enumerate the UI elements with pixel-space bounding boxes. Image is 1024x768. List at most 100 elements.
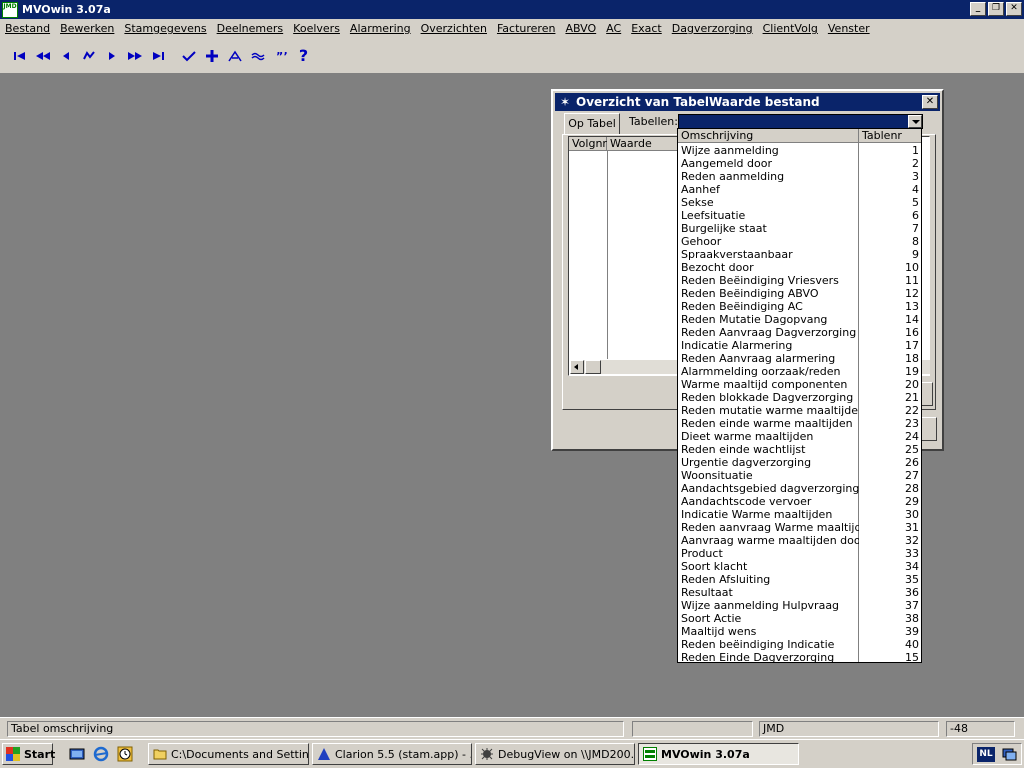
dropdown-list-item[interactable]: Burgelijke staat 7 [678, 222, 921, 235]
approx-icon[interactable] [246, 44, 269, 68]
dropdown-list-item[interactable]: Reden Aanvraag alarmering 18 [678, 352, 921, 365]
dropdown-list-item[interactable]: Reden aanmelding 3 [678, 170, 921, 183]
dropdown-list-item[interactable]: Reden Afsluiting 35 [678, 573, 921, 586]
chevron-down-icon[interactable] [908, 115, 922, 128]
task-clarion[interactable]: Clarion 5.5 (stam.app) - ... [312, 743, 472, 765]
add-icon[interactable] [200, 44, 223, 68]
last-icon[interactable] [146, 44, 169, 68]
close-button[interactable]: ✕ [1006, 2, 1022, 16]
dropdown-list-item[interactable]: Reden mutatie warme maaltijden 22 [678, 404, 921, 417]
dropdown-list-item[interactable]: Dieet warme maaltijden 24 [678, 430, 921, 443]
dropdown-list-item[interactable]: Resultaat 36 [678, 586, 921, 599]
list-item-omschrijving: Reden Afsluiting [681, 573, 771, 586]
network-icon[interactable] [1001, 747, 1017, 765]
dropdown-list-item[interactable]: Indicatie Warme maaltijden 30 [678, 508, 921, 521]
menu-factureren[interactable]: Factureren [492, 22, 560, 35]
check-icon[interactable] [177, 44, 200, 68]
list-item-tablenr: 39 [905, 625, 919, 638]
scroll-left-icon[interactable] [570, 360, 584, 374]
task-explorer[interactable]: C:\Documents and Settin... [148, 743, 309, 765]
dropdown-list-item[interactable]: Maaltijd wens 39 [678, 625, 921, 638]
menu-venster[interactable]: Venster [823, 22, 875, 35]
language-indicator[interactable]: NL [977, 747, 995, 762]
menu-koelvers[interactable]: Koelvers [288, 22, 345, 35]
desktop-icon[interactable] [69, 746, 85, 762]
dropdown-list-item[interactable]: Urgentie dagverzorging 26 [678, 456, 921, 469]
task-mvowin[interactable]: MVOwin 3.07a [638, 743, 799, 765]
task-debugview[interactable]: DebugView on \\JMD200... [475, 743, 635, 765]
menu-abvo[interactable]: ABVO [560, 22, 601, 35]
list-item-tablenr: 10 [905, 261, 919, 274]
dropdown-list-item[interactable]: Soort Actie 38 [678, 612, 921, 625]
dropdown-list-item[interactable]: Aangemeld door 2 [678, 157, 921, 170]
dropdown-list-item[interactable]: Warme maaltijd componenten 20 [678, 378, 921, 391]
list-item-tablenr: 28 [905, 482, 919, 495]
menu-deelnemers[interactable]: Deelnemers [212, 22, 289, 35]
tabellen-dropdown-list[interactable]: Omschrijving Tablenr Wijze aanmelding 1 Aa… [677, 128, 922, 663]
dropdown-list-item[interactable]: Reden Beëindiging ABVO 12 [678, 287, 921, 300]
list-item-omschrijving: Maaltijd wens [681, 625, 757, 638]
menu-bewerken[interactable]: Bewerken [55, 22, 119, 35]
dropdown-list-item[interactable]: Reden Mutatie Dagopvang 14 [678, 313, 921, 326]
dropdown-list-item[interactable]: Alarmmelding oorzaak/reden 19 [678, 365, 921, 378]
dropdown-list-item[interactable]: Product 33 [678, 547, 921, 560]
dropdown-list-item[interactable]: Spraakverstaanbaar 9 [678, 248, 921, 261]
menu-exact[interactable]: Exact [626, 22, 667, 35]
dropdown-list-item[interactable]: Reden Beëindiging AC 13 [678, 300, 921, 313]
next-icon[interactable] [100, 44, 123, 68]
dropdown-list-item[interactable]: Woonsituatie 27 [678, 469, 921, 482]
dropdown-list-item[interactable]: Reden Einde Dagverzorging 15 [678, 651, 921, 662]
internet-explorer-icon[interactable] [93, 746, 109, 762]
dropdown-list-item[interactable]: Sekse 5 [678, 196, 921, 209]
help-icon[interactable]: ? [292, 44, 315, 68]
dropdown-list-item[interactable]: Aandachtscode vervoer 29 [678, 495, 921, 508]
dropdown-list-item[interactable]: Soort klacht 34 [678, 560, 921, 573]
list-item-tablenr: 27 [905, 469, 919, 482]
clock-icon[interactable] [117, 746, 133, 762]
dropdown-list-item[interactable]: Reden einde warme maaltijden 23 [678, 417, 921, 430]
dialog-side-button[interactable] [921, 382, 933, 406]
dropdown-list-item[interactable]: Aandachtsgebied dagverzorging 28 [678, 482, 921, 495]
previous-page-icon[interactable] [31, 44, 54, 68]
dropdown-list-item[interactable]: Aanhef 4 [678, 183, 921, 196]
tab-op-tabel[interactable]: Op Tabel [564, 113, 620, 135]
dropdown-list-item[interactable]: Reden einde wachtlijst 25 [678, 443, 921, 456]
go-icon[interactable] [77, 44, 100, 68]
menu-ac[interactable]: AC [601, 22, 626, 35]
dropdown-list-item[interactable]: Bezocht door 10 [678, 261, 921, 274]
tabellen-combo[interactable] [678, 114, 923, 129]
column-waarde[interactable]: Waarde [607, 137, 687, 151]
list-item-omschrijving: Aandachtsgebied dagverzorging [681, 482, 859, 495]
next-page-icon[interactable] [123, 44, 146, 68]
dropdown-list-item[interactable]: Reden beëindiging Indicatie 40 [678, 638, 921, 651]
dropdown-list-item[interactable]: Wijze aanmelding 1 [678, 144, 921, 157]
menu-bestand[interactable]: Bestand [0, 22, 55, 35]
column-volgnr[interactable]: Volgnr [569, 137, 607, 151]
menu-stamgegevens[interactable]: Stamgegevens [119, 22, 211, 35]
dropdown-list-item[interactable]: Reden Aanvraag Dagverzorging 16 [678, 326, 921, 339]
dropdown-list-item[interactable]: Leefsituatie 6 [678, 209, 921, 222]
quote-icon[interactable]: ”” [269, 44, 292, 68]
edit-icon[interactable] [223, 44, 246, 68]
minimize-button[interactable]: _ [970, 2, 986, 16]
menubar: Bestand Bewerken Stamgegevens Deelnemers… [0, 19, 1024, 38]
task-label: Clarion 5.5 (stam.app) - ... [335, 747, 472, 761]
first-icon[interactable] [8, 44, 31, 68]
dropdown-list-item[interactable]: Gehoor 8 [678, 235, 921, 248]
dropdown-list-item[interactable]: Reden aanvraag Warme maaltijde 31 [678, 521, 921, 534]
menu-clientvolg[interactable]: ClientVolg [758, 22, 823, 35]
dialog-close-side-button[interactable] [921, 417, 937, 441]
restore-button[interactable]: ❐ [988, 2, 1004, 16]
dialog-close-button[interactable]: ✕ [922, 95, 938, 109]
scroll-thumb[interactable] [585, 360, 601, 374]
start-button[interactable]: Start [2, 743, 55, 765]
dropdown-list-item[interactable]: Reden Beëindiging Vriesvers 11 [678, 274, 921, 287]
dropdown-list-item[interactable]: Wijze aanmelding Hulpvraag 37 [678, 599, 921, 612]
menu-dagverzorging[interactable]: Dagverzorging [667, 22, 758, 35]
dropdown-list-item[interactable]: Aanvraag warme maaltijden door 32 [678, 534, 921, 547]
dropdown-list-item[interactable]: Reden blokkade Dagverzorging 21 [678, 391, 921, 404]
dropdown-list-item[interactable]: Indicatie Alarmering 17 [678, 339, 921, 352]
menu-overzichten[interactable]: Overzichten [416, 22, 492, 35]
previous-icon[interactable] [54, 44, 77, 68]
menu-alarmering[interactable]: Alarmering [345, 22, 416, 35]
